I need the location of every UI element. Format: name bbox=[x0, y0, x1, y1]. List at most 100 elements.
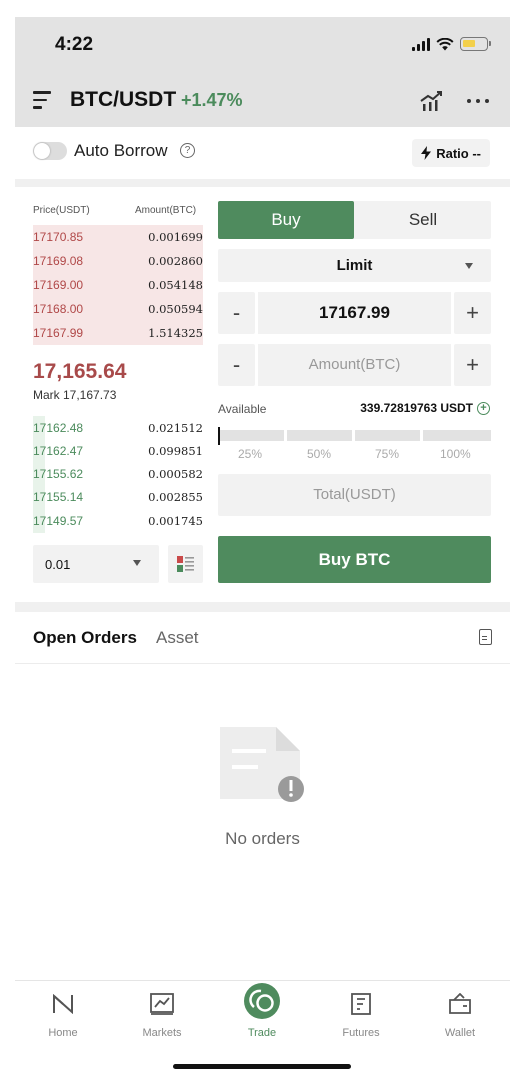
depth-precision-select[interactable]: 0.01 bbox=[33, 545, 159, 583]
tab-sell[interactable]: Sell bbox=[355, 201, 491, 239]
ask-price: 17167.99 bbox=[33, 326, 84, 340]
tab-asset[interactable]: Asset bbox=[156, 628, 199, 648]
ask-row[interactable]: 17169.08 0.002860 bbox=[15, 249, 205, 273]
tab-buy[interactable]: Buy bbox=[218, 201, 354, 239]
home-indicator bbox=[173, 1064, 351, 1069]
depth-value: 0.01 bbox=[45, 557, 71, 572]
ask-row[interactable]: 17169.00 0.054148 bbox=[15, 273, 205, 297]
tab-markets[interactable]: Markets bbox=[127, 989, 197, 1039]
status-time: 4:22 bbox=[55, 34, 94, 55]
bid-price: 17162.48 bbox=[33, 421, 84, 435]
bid-row[interactable]: 17155.62 0.000582 bbox=[15, 462, 205, 486]
tab-wallet-label: Wallet bbox=[444, 1027, 476, 1039]
tab-home[interactable]: Home bbox=[28, 989, 98, 1039]
orders-tabs: Open Orders Asset bbox=[15, 612, 510, 664]
tab-trade-label: Trade bbox=[247, 1027, 277, 1039]
caret-down-icon bbox=[133, 560, 141, 566]
ratio-label: Ratio -- bbox=[436, 145, 481, 161]
tab-futures-label: Futures bbox=[342, 1027, 380, 1039]
orderbook-layout-icon bbox=[177, 556, 194, 572]
tab-open-orders[interactable]: Open Orders bbox=[33, 628, 137, 648]
orderbook-layout-button[interactable] bbox=[168, 545, 203, 583]
percent-100[interactable]: 100% bbox=[440, 447, 471, 461]
auto-borrow-toggle[interactable] bbox=[33, 142, 67, 160]
ratio-button[interactable]: Ratio -- bbox=[412, 139, 490, 167]
order-type-value: Limit bbox=[336, 257, 373, 274]
home-icon bbox=[53, 994, 73, 1014]
bid-row[interactable]: 17162.48 0.021512 bbox=[15, 416, 205, 440]
wifi-icon bbox=[436, 37, 454, 50]
last-price[interactable]: 17,165.64 bbox=[33, 360, 126, 384]
mark-price: Mark 17,167.73 bbox=[33, 388, 117, 402]
ask-amount: 0.050594 bbox=[148, 302, 203, 316]
price-increment-button[interactable]: + bbox=[454, 292, 491, 334]
tab-home-label: Home bbox=[48, 1027, 78, 1039]
price-decrement-button[interactable]: - bbox=[218, 292, 255, 334]
auto-borrow-row: Auto Borrow ? Ratio -- bbox=[15, 127, 510, 179]
section-divider bbox=[15, 179, 510, 187]
section-divider bbox=[15, 602, 510, 612]
ask-amount: 0.001699 bbox=[148, 230, 203, 244]
ask-amount: 0.002860 bbox=[148, 254, 203, 268]
signal-icon bbox=[412, 37, 430, 51]
ask-price: 17169.00 bbox=[33, 278, 84, 292]
amount-slider[interactable] bbox=[218, 427, 491, 445]
percent-75[interactable]: 75% bbox=[375, 447, 399, 461]
tab-futures[interactable]: Futures bbox=[326, 989, 396, 1039]
trade-header: BTC/USDT +1.47% bbox=[15, 75, 510, 127]
slider-segment bbox=[220, 430, 284, 441]
slider-segment bbox=[355, 430, 420, 441]
add-funds-icon[interactable]: + bbox=[477, 401, 490, 415]
ask-row[interactable]: 17168.00 0.050594 bbox=[15, 297, 205, 321]
order-type-select[interactable]: Limit bbox=[218, 249, 491, 282]
bid-row[interactable]: 17155.14 0.002855 bbox=[15, 485, 205, 509]
ask-amount: 1.514325 bbox=[148, 326, 203, 340]
tab-trade[interactable]: Trade bbox=[227, 983, 297, 1039]
auto-borrow-label: Auto Borrow bbox=[74, 141, 168, 160]
empty-state-text: No orders bbox=[225, 829, 300, 848]
price-input[interactable]: 17167.99 bbox=[258, 292, 451, 334]
pair-title[interactable]: BTC/USDT bbox=[70, 88, 176, 112]
bid-row[interactable]: 17149.57 0.001745 bbox=[15, 509, 205, 533]
chart-icon[interactable] bbox=[418, 89, 444, 113]
caret-down-icon bbox=[465, 263, 473, 269]
more-icon[interactable] bbox=[467, 99, 489, 103]
lightning-icon bbox=[421, 146, 432, 160]
slider-thumb[interactable] bbox=[218, 427, 220, 445]
ask-row[interactable]: 17170.85 0.001699 bbox=[15, 225, 205, 249]
available-balance: 339.72819763 USDT + bbox=[360, 401, 490, 415]
trade-icon bbox=[244, 983, 280, 1019]
bid-price: 17155.14 bbox=[33, 490, 84, 504]
tab-wallet[interactable]: Wallet bbox=[425, 989, 495, 1039]
amount-input[interactable]: Amount(BTC) bbox=[258, 344, 451, 386]
battery-icon bbox=[460, 37, 491, 51]
bid-amount: 0.000582 bbox=[148, 467, 203, 481]
total-input[interactable]: Total(USDT) bbox=[218, 474, 491, 516]
ask-price: 17168.00 bbox=[33, 302, 84, 316]
percent-50[interactable]: 50% bbox=[307, 447, 331, 461]
slider-segment bbox=[423, 430, 491, 441]
status-icons bbox=[412, 37, 491, 51]
available-value: 339.72819763 USDT bbox=[360, 401, 473, 415]
ask-amount: 0.054148 bbox=[148, 278, 203, 292]
buy-btc-button[interactable]: Buy BTC bbox=[218, 536, 491, 583]
status-bar: 4:22 bbox=[15, 17, 510, 75]
percent-25[interactable]: 25% bbox=[238, 447, 262, 461]
bid-row[interactable]: 17162.47 0.099851 bbox=[15, 439, 205, 463]
amount-stepper: - Amount(BTC) + bbox=[218, 344, 491, 386]
order-history-icon[interactable] bbox=[479, 629, 492, 645]
markets-icon bbox=[150, 993, 174, 1015]
slider-segment bbox=[287, 430, 352, 441]
buy-sell-tabs: Buy Sell bbox=[218, 201, 491, 239]
bottom-tab-bar: Home Markets Trade Futures Wallet bbox=[15, 980, 510, 1050]
amount-header: Amount(BTC) bbox=[135, 205, 197, 216]
ask-price: 17170.85 bbox=[33, 230, 84, 244]
tab-markets-label: Markets bbox=[142, 1027, 182, 1039]
help-icon[interactable]: ? bbox=[180, 143, 195, 158]
amount-increment-button[interactable]: + bbox=[454, 344, 491, 386]
menu-icon[interactable] bbox=[33, 91, 53, 109]
app-screen: 4:22 BTC/USDT +1.47% Auto Borrow ? Ratio… bbox=[15, 17, 510, 1077]
ask-row[interactable]: 17167.99 1.514325 bbox=[15, 321, 205, 345]
amount-decrement-button[interactable]: - bbox=[218, 344, 255, 386]
bid-amount: 0.021512 bbox=[148, 421, 203, 435]
